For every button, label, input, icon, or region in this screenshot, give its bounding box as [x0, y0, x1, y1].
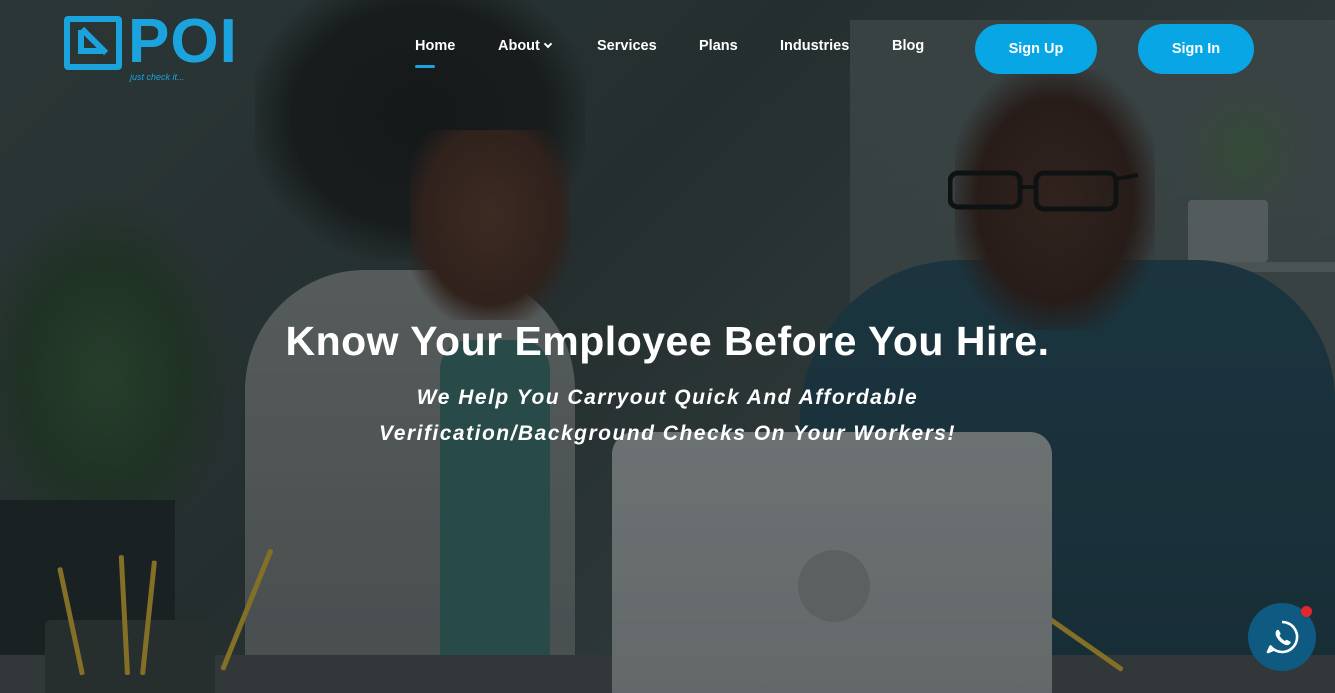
notification-dot: [1301, 606, 1312, 617]
chevron-down-icon: [543, 39, 553, 49]
whatsapp-icon: [1266, 620, 1299, 654]
sign-in-button[interactable]: Sign In: [1138, 24, 1254, 74]
hero-subtitle-line2: Verification/Background Checks On Your W…: [379, 422, 956, 445]
nav-industries-label: Industries: [780, 38, 850, 54]
arrow-icon: [78, 30, 102, 54]
logo-tagline: just check it...: [130, 72, 185, 82]
site-logo[interactable]: POI just check it...: [64, 7, 246, 86]
nav-services[interactable]: Services: [597, 38, 657, 54]
nav-services-label: Services: [597, 38, 657, 54]
logo-mark-icon: [64, 16, 122, 70]
nav-home[interactable]: Home: [415, 38, 456, 68]
logo-text: POI: [128, 7, 238, 76]
sign-in-label: Sign In: [1171, 41, 1221, 57]
nav-home-label: Home: [415, 38, 456, 54]
nav-about[interactable]: About: [498, 38, 553, 54]
hero-subtitle-line1: We Help You Carryout Quick And Affordabl…: [416, 386, 919, 409]
nav-industries[interactable]: Industries: [780, 38, 849, 54]
sign-up-label: Sign Up: [1008, 41, 1064, 57]
nav-plans-label: Plans: [699, 38, 738, 54]
sign-up-button[interactable]: Sign Up: [975, 24, 1097, 74]
nav-about-label: About: [498, 38, 540, 54]
nav-plans[interactable]: Plans: [699, 38, 738, 54]
nav-blog[interactable]: Blog: [892, 38, 924, 54]
hero-title: Know Your Employee Before You Hire.: [285, 318, 1050, 364]
nav-blog-label: Blog: [892, 38, 925, 54]
